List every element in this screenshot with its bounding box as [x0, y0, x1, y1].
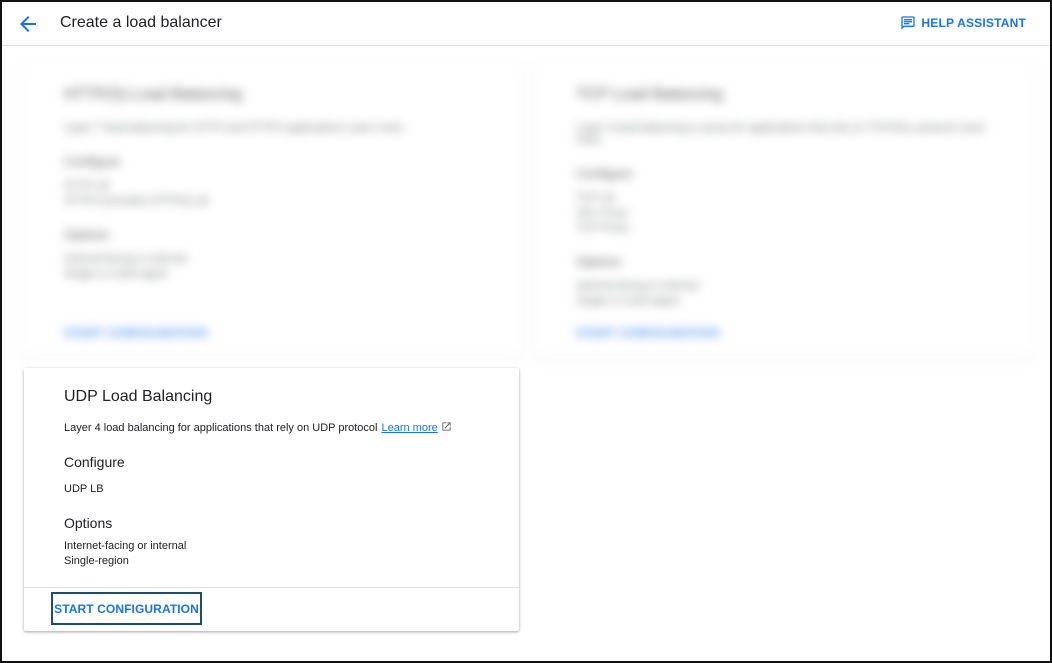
configure-heading: Configure	[64, 454, 125, 470]
options-line: Single or multi-region	[64, 268, 168, 280]
arrow-left-icon	[16, 16, 40, 40]
tcp-load-balancing-card: TCP Load Balancing Layer 4 load balancin…	[536, 62, 1032, 358]
options-heading: Options	[64, 227, 109, 242]
options-line: Single-region	[64, 555, 129, 567]
configure-heading: Configure	[64, 154, 121, 169]
card-title: HTTP(S) Load Balancing	[64, 86, 242, 103]
options-heading: Options	[576, 254, 621, 269]
help-assistant-label: HELP ASSISTANT	[921, 16, 1026, 30]
options-line: Internet-facing or internal	[64, 253, 187, 265]
start-configuration-button[interactable]: START CONFIGURATION	[51, 592, 202, 625]
description-text: Layer 4 load balancing for applications …	[64, 422, 378, 434]
card-description: Layer 4 load balancing or proxy for appl…	[576, 122, 986, 146]
options-line: Single or multi-region	[576, 295, 680, 307]
help-assistant-button[interactable]: HELP ASSISTANT	[900, 15, 1026, 31]
start-configuration-link[interactable]: START CONFIGURATION	[64, 326, 207, 340]
feedback-chat-icon	[900, 15, 916, 31]
start-configuration-link[interactable]: START CONFIGURATION	[576, 326, 719, 340]
configure-line: TCP LB	[576, 192, 615, 204]
page-title: Create a load balancer	[60, 14, 222, 31]
back-button[interactable]	[16, 12, 40, 36]
learn-more-link[interactable]: Learn more	[381, 422, 437, 434]
card-description: Layer 4 load balancing for applications …	[64, 421, 452, 435]
configure-line: HTTPS (includes HTTP/2) LB	[64, 195, 209, 207]
configure-line: SSL Proxy	[576, 207, 628, 219]
card-title: TCP Load Balancing	[576, 86, 723, 103]
configure-line: TCP Proxy	[576, 222, 629, 234]
card-description: Layer 7 load balancing for HTTP and HTTP…	[64, 122, 404, 134]
configure-line: HTTP LB	[64, 180, 110, 192]
card-divider	[24, 587, 519, 588]
configure-heading: Configure	[576, 166, 633, 181]
http-load-balancing-card: HTTP(S) Load Balancing Layer 7 load bala…	[24, 62, 520, 358]
options-heading: Options	[64, 515, 113, 531]
udp-load-balancing-card: UDP Load Balancing Layer 4 load balancin…	[24, 368, 519, 631]
top-app-bar: Create a load balancer HELP ASSISTANT	[2, 2, 1050, 46]
card-title: UDP Load Balancing	[64, 388, 213, 405]
options-line: Internet-facing or internal	[64, 540, 187, 552]
external-link-icon	[441, 421, 452, 435]
options-line: Internet-facing or internal	[576, 280, 699, 292]
configure-value: UDP LB	[64, 483, 104, 495]
